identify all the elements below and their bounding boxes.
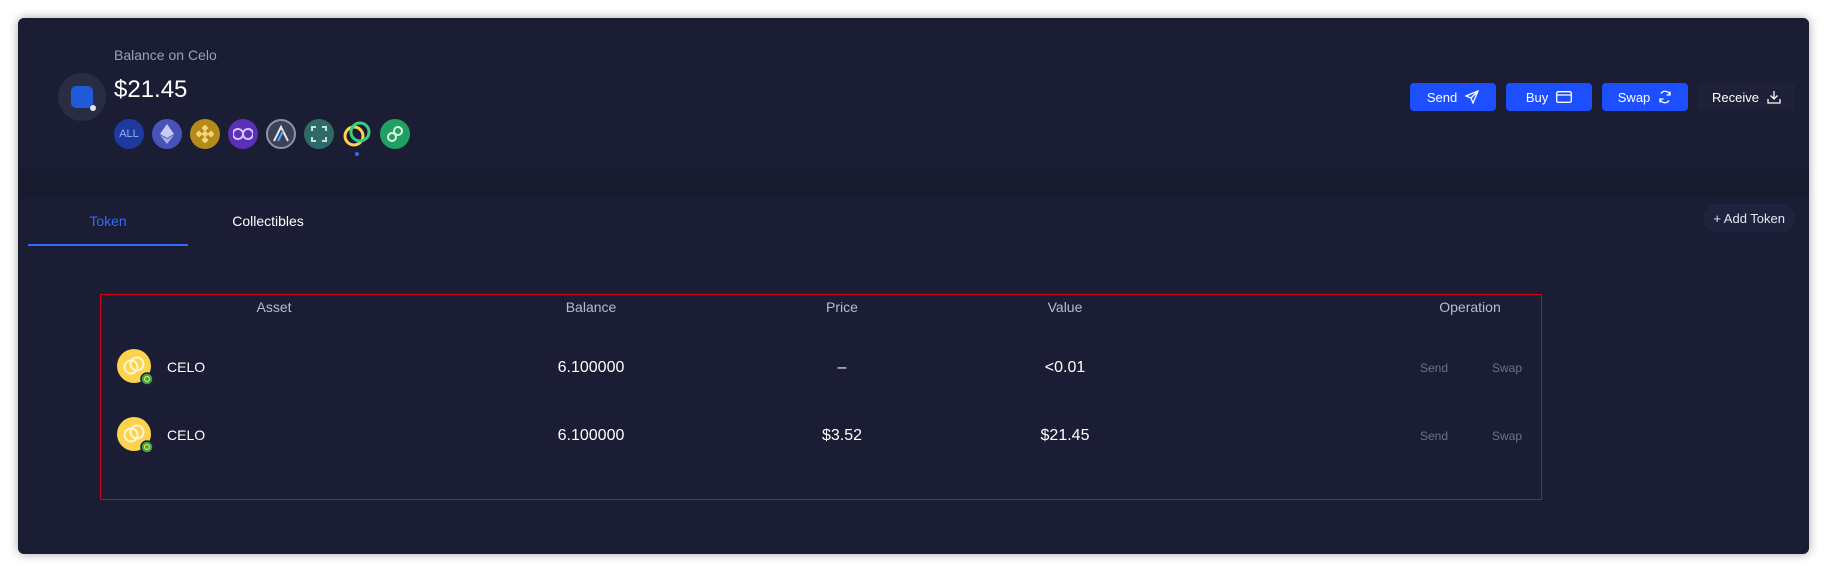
wallet-app: Balance on Celo $21.45 ALL Send Buy Swap… xyxy=(18,18,1809,554)
credit-card-icon xyxy=(1556,91,1573,103)
tab-collectibles[interactable]: Collectibles xyxy=(188,200,348,242)
tab-token[interactable]: Token xyxy=(28,200,188,246)
column-header-value: Value xyxy=(1047,299,1083,315)
assets-panel: Token Collectibles + Add Token Asset Bal… xyxy=(28,196,1809,554)
celo-icon[interactable] xyxy=(342,119,372,156)
chain-all-icon[interactable]: ALL xyxy=(114,119,144,149)
asset-name: CELO xyxy=(167,359,206,375)
download-icon xyxy=(1767,91,1781,104)
buy-button-label: Buy xyxy=(1525,89,1549,105)
asset-balance: 6.100000 xyxy=(557,359,625,376)
wallet-avatar xyxy=(58,73,106,121)
swap-button-label: Swap xyxy=(1617,89,1651,105)
table-row[interactable]: CELO 6.100000 – <0.01 Send Swap xyxy=(101,345,1541,395)
blocks-icon[interactable] xyxy=(304,119,334,149)
wallet-icon xyxy=(71,86,96,111)
row-send-link[interactable]: Send xyxy=(1420,361,1448,375)
column-header-operation: Operation xyxy=(1439,299,1501,315)
receive-button[interactable]: Receive xyxy=(1698,83,1795,111)
row-send-link[interactable]: Send xyxy=(1420,429,1448,443)
bnb-icon[interactable] xyxy=(190,119,220,149)
buy-button[interactable]: Buy xyxy=(1506,83,1593,111)
asset-name: CELO xyxy=(167,427,206,443)
send-button[interactable]: Send xyxy=(1410,83,1497,111)
swap-button[interactable]: Swap xyxy=(1602,83,1689,111)
send-button-label: Send xyxy=(1426,89,1458,105)
column-header-price: Price xyxy=(826,299,858,315)
receive-button-label: Receive xyxy=(1712,89,1759,105)
column-header-asset: Asset xyxy=(256,299,292,315)
table-row[interactable]: CELO 6.100000 $3.52 $21.45 Send Swap xyxy=(101,413,1541,463)
chain-all-label: ALL xyxy=(119,128,139,140)
asset-price: – xyxy=(837,359,847,376)
refresh-swap-icon xyxy=(1659,90,1671,104)
row-swap-link[interactable]: Swap xyxy=(1492,361,1522,375)
celo-token-icon xyxy=(117,349,153,385)
asset-tabs: Token Collectibles xyxy=(28,196,348,246)
link-chain-icon[interactable] xyxy=(380,119,410,149)
arbitrum-icon[interactable] xyxy=(266,119,296,149)
ethereum-icon[interactable] xyxy=(152,119,182,149)
header-actions: Send Buy Swap Receive xyxy=(1410,83,1795,111)
add-token-button[interactable]: + Add Token xyxy=(1703,204,1795,232)
asset-price: $3.52 xyxy=(821,427,863,444)
row-swap-link[interactable]: Swap xyxy=(1492,429,1522,443)
token-table: Asset Balance Price Value Operation CELO… xyxy=(100,294,1542,500)
celo-token-icon xyxy=(117,417,153,453)
section-divider xyxy=(18,168,1809,196)
balance-value: $21.45 xyxy=(114,76,188,103)
asset-value: <0.01 xyxy=(1044,359,1086,376)
column-header-balance: Balance xyxy=(565,299,617,315)
polygon-icon[interactable] xyxy=(228,119,258,149)
balance-header: Balance on Celo $21.45 ALL Send Buy Swap… xyxy=(28,18,1809,168)
asset-value: $21.45 xyxy=(1040,427,1090,444)
balance-label: Balance on Celo xyxy=(114,47,217,63)
chain-selector: ALL xyxy=(114,119,410,156)
paper-plane-icon xyxy=(1465,90,1480,104)
asset-balance: 6.100000 xyxy=(557,427,625,444)
